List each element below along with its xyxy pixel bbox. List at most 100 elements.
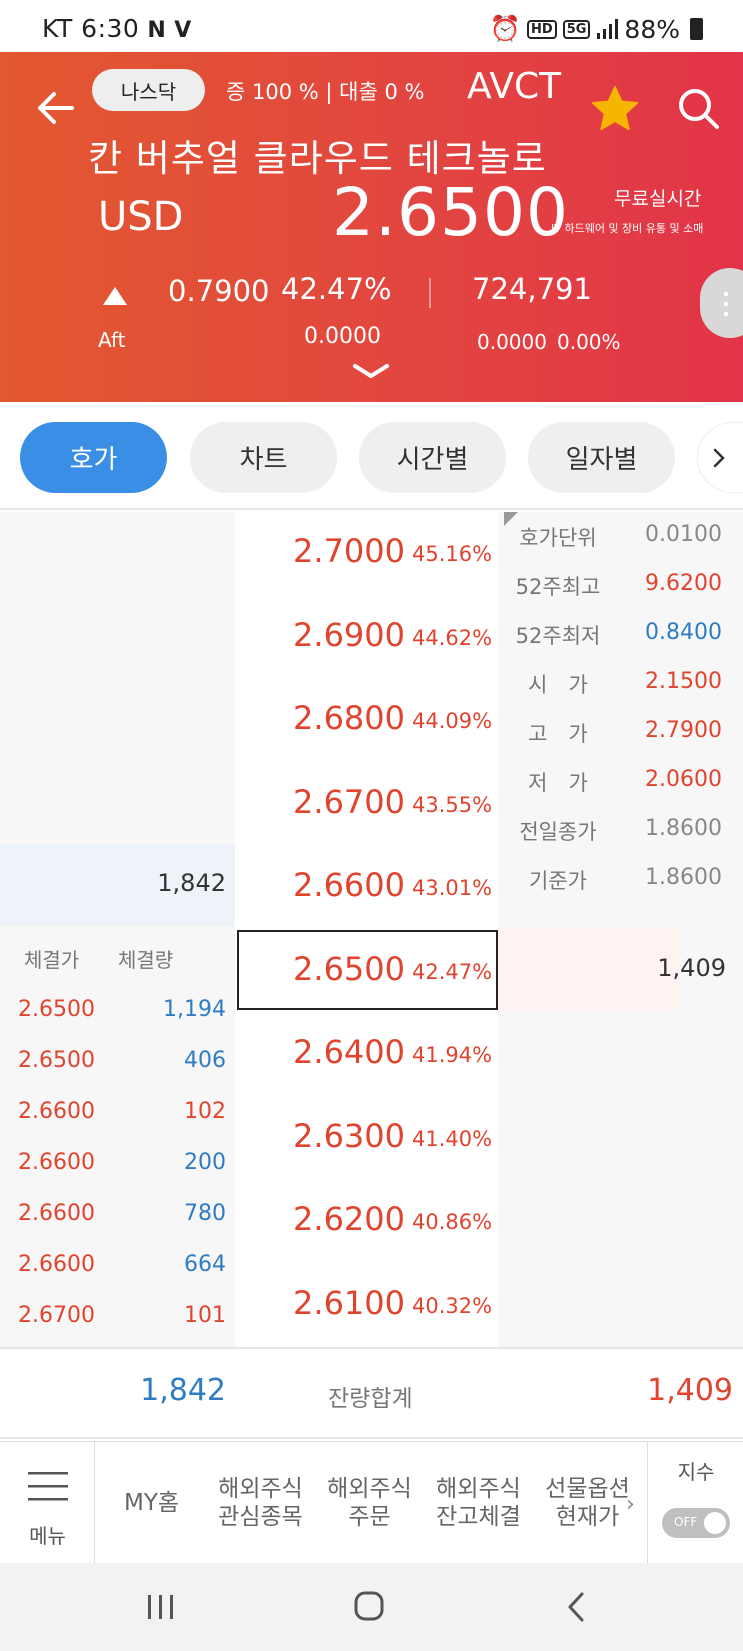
info-label: 호가단위 [519, 526, 597, 550]
favorite-star-icon[interactable] [590, 84, 640, 134]
trade-price: 2.6600 [18, 1252, 95, 1277]
tab-by-time[interactable]: 시간별 [359, 422, 506, 493]
system-nav-bar [0, 1563, 743, 1651]
menu-button[interactable]: 메뉴 [0, 1442, 95, 1564]
level-pct: 41.40% [412, 1127, 493, 1151]
currency: USD [98, 194, 184, 240]
menu-overseas-order[interactable]: 해외주식 주문 [315, 1442, 424, 1564]
trade-qty: 1,194 [163, 997, 226, 1022]
back-arrow-icon[interactable] [36, 88, 76, 128]
sector-label: IT 하드웨어 및 장비 유통 및 소매 [551, 222, 704, 235]
trade-price: 2.6700 [18, 1303, 95, 1328]
info-label: 저 가 [528, 771, 588, 795]
remaining-summary: 1,842 잔량합계 1,409 [0, 1347, 743, 1439]
after-hours-change-pct: 0.00% [557, 330, 621, 354]
info-value: 0.8400 [645, 620, 722, 645]
level-price[interactable]: 2.6700 [235, 783, 405, 821]
home-icon[interactable] [354, 1591, 384, 1621]
trade-qty: 406 [184, 1048, 226, 1073]
stock-header: 나스닥 증 100 % | 대출 0 % AVCT 칸 버추얼 클라우드 테크놀… [0, 52, 743, 402]
trade-price: 2.6500 [18, 1048, 95, 1073]
after-hours-change: 0.0000 [477, 330, 547, 354]
level-pct: 43.55% [412, 793, 493, 817]
level-pct: 43.01% [412, 876, 493, 900]
hamburger-icon [28, 1472, 68, 1501]
info-label: 52주최저 [515, 624, 601, 648]
info-value: 9.6200 [645, 571, 722, 596]
after-hours-price: 0.0000 [304, 324, 381, 349]
signal-icon [597, 19, 619, 39]
volume: 724,791 [472, 272, 592, 306]
menu-my-home[interactable]: MY홈 [97, 1442, 206, 1564]
level-price[interactable]: 2.6600 [235, 866, 405, 904]
trade-qty: 102 [184, 1099, 226, 1124]
status-left: KT 6:30 N V [42, 14, 192, 43]
level-pct: 44.09% [412, 709, 493, 733]
level-pct: 40.32% [412, 1294, 493, 1318]
index-toggle[interactable]: OFF [662, 1508, 730, 1538]
level-pct: 41.94% [412, 1043, 493, 1067]
order-book: 1,842 1,409 2.7000 45.16% 2.6900 44.62% … [0, 512, 743, 1347]
status-right: ⏰ HD 5G 88% [490, 14, 703, 44]
level-price[interactable]: 2.7000 [235, 532, 405, 570]
level-price[interactable]: 2.6900 [235, 616, 405, 654]
index-toggle-box: 지수 OFF [647, 1442, 743, 1564]
menu-overseas-balance[interactable]: 해외주식 잔고체결 [424, 1442, 533, 1564]
bottom-menu: 메뉴 MY홈 해외주식 관심종목 해외주식 주문 해외주식 잔고체결 선물옵션 … [0, 1441, 743, 1564]
info-label: 52주최고 [515, 575, 601, 599]
free-realtime-label: 무료실시간 [614, 188, 702, 210]
menu-overseas-watchlist[interactable]: 해외주식 관심종목 [206, 1442, 315, 1564]
toggle-state: OFF [674, 1515, 698, 1529]
level-price[interactable]: 2.6100 [235, 1284, 405, 1322]
level-pct: 44.62% [412, 626, 493, 650]
carrier-time: KT 6:30 [42, 14, 140, 43]
more-dots-icon [724, 289, 728, 317]
trade-qty-header: 체결량 [118, 948, 174, 972]
battery-percent: 88% [624, 14, 680, 44]
info-value: 0.0100 [645, 522, 722, 547]
side-menu-handle[interactable] [700, 268, 743, 338]
market-badge[interactable]: 나스닥 [92, 69, 205, 111]
tab-orderbook[interactable]: 호가 [20, 422, 167, 493]
alarm-icon: ⏰ [489, 14, 522, 43]
view-tabs: 호가 차트 시간별 일자별 [0, 402, 743, 510]
level-pct-current: 42.47% [412, 960, 493, 984]
info-value: 1.8600 [645, 816, 722, 841]
trade-qty: 200 [184, 1150, 226, 1175]
tab-chart[interactable]: 차트 [190, 422, 337, 493]
info-value: 2.1500 [645, 669, 722, 694]
chevron-down-icon[interactable] [351, 362, 391, 382]
price-change: 0.7900 [168, 274, 270, 308]
trade-price: 2.6500 [18, 997, 95, 1022]
level-pct: 45.16% [412, 542, 493, 566]
trade-qty: 664 [184, 1252, 226, 1277]
naver-icon: N [147, 18, 167, 43]
info-value: 2.0600 [645, 767, 722, 792]
tab-by-day[interactable]: 일자별 [528, 422, 675, 493]
search-icon[interactable] [676, 86, 720, 130]
bid-total: 1,842 [140, 1373, 226, 1408]
recent-apps-icon[interactable] [146, 1593, 176, 1621]
level-price-current[interactable]: 2.6500 [235, 950, 405, 988]
current-price: 2.6500 [332, 174, 569, 251]
menu-label: 메뉴 [29, 1524, 66, 1548]
level-price[interactable]: 2.6400 [235, 1033, 405, 1071]
price-change-pct: 42.47% [281, 272, 392, 306]
level-price[interactable]: 2.6800 [235, 699, 405, 737]
info-label: 고 가 [528, 722, 588, 746]
index-label: 지수 [677, 1460, 715, 1484]
after-hours-label: Aft [98, 328, 126, 352]
tab-scroll-right[interactable] [697, 422, 743, 493]
level-price[interactable]: 2.6300 [235, 1117, 405, 1155]
hd-icon: HD [527, 19, 557, 39]
menu-scroll-arrow-icon[interactable]: › [626, 1492, 635, 1517]
margin-info: 증 100 % | 대출 0 % [226, 80, 425, 104]
info-label: 전일종가 [519, 820, 597, 844]
info-label: 기준가 [529, 869, 587, 893]
chevron-right-icon [713, 448, 725, 467]
back-icon[interactable] [566, 1591, 586, 1623]
ask-total: 1,409 [647, 1373, 733, 1408]
trade-qty: 101 [184, 1303, 226, 1328]
status-bar: KT 6:30 N V ⏰ HD 5G 88% [0, 0, 743, 52]
level-price[interactable]: 2.6200 [235, 1200, 405, 1238]
